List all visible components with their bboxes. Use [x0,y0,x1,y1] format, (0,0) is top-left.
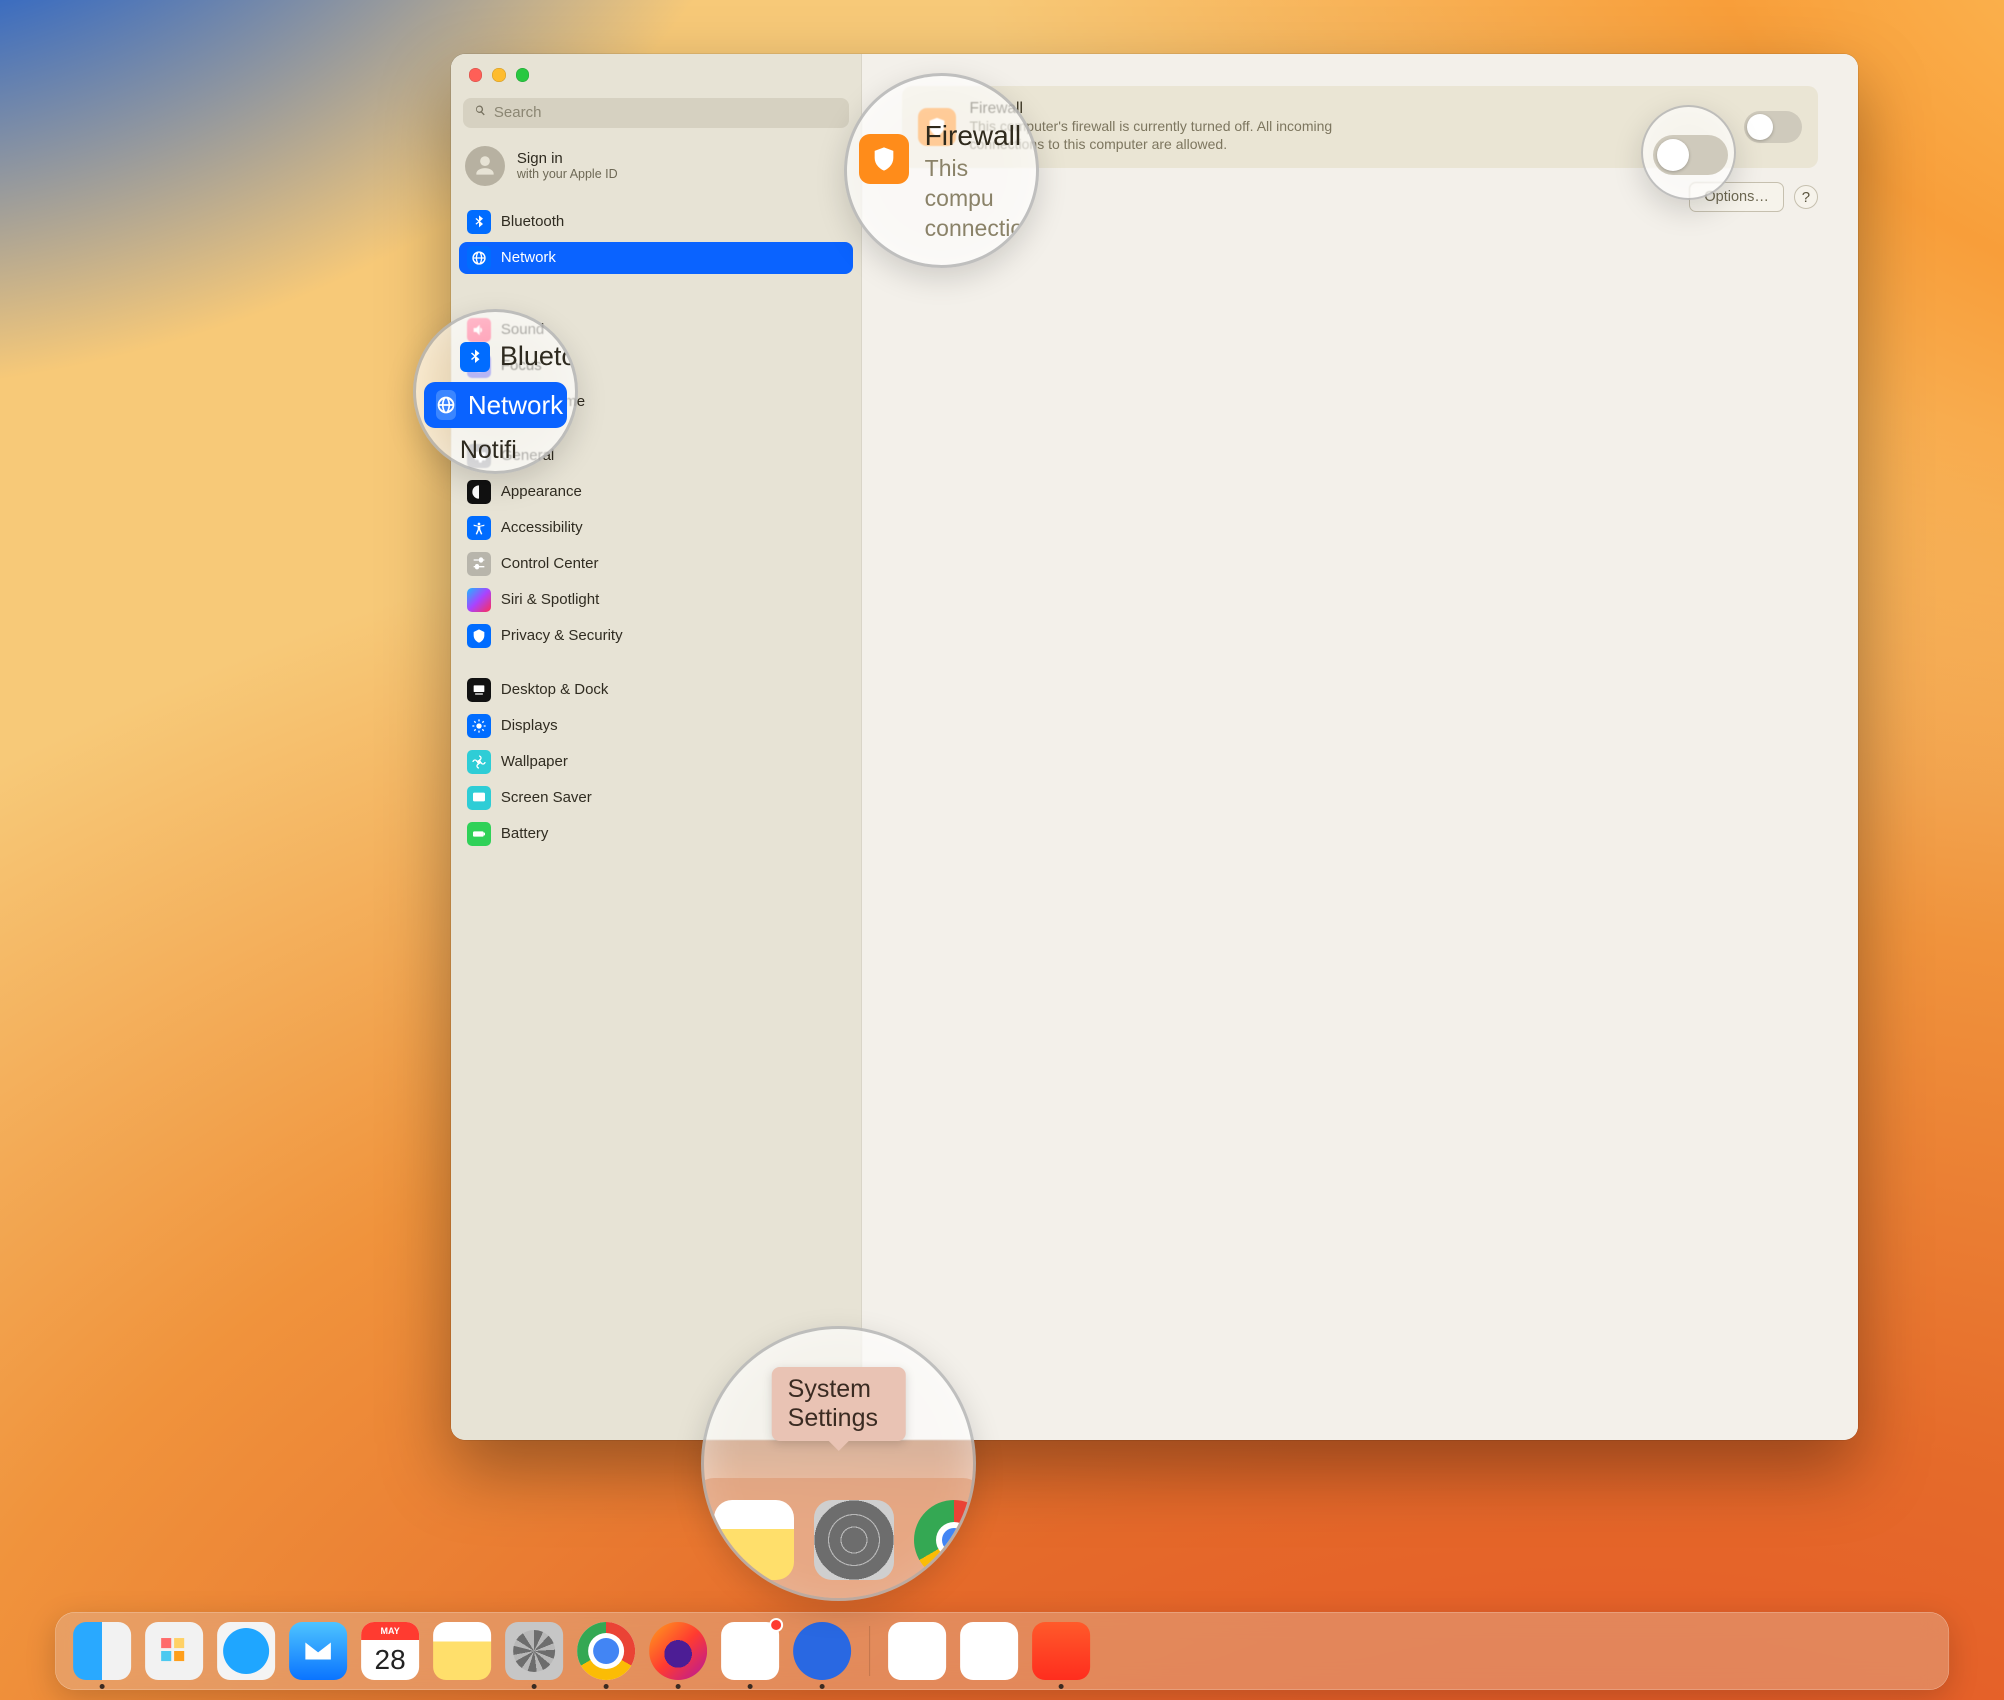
dock-app-mail[interactable] [289,1622,347,1680]
dock-tooltip: System Settings [772,1367,907,1441]
callout-dock: System Settings [701,1326,976,1601]
sidebar-label: Battery [501,825,549,842]
search-input[interactable] [494,104,839,121]
sidebar-label: Appearance [501,483,582,500]
sidebar-label: Screen Saver [501,789,592,806]
sidebar-label: Privacy & Security [501,627,623,644]
globe-icon [436,390,456,420]
sun-icon [467,714,491,738]
callout-text: Firewall [925,120,1021,152]
content-pane: Firewall This computer's firewall is cur… [862,54,1858,1440]
dock-app-notes-zoom [714,1500,794,1580]
callout-toggle [1641,105,1736,200]
help-button[interactable]: ? [1794,185,1818,209]
sidebar-label: Siri & Spotlight [501,591,599,608]
zoom-button[interactable] [516,68,530,82]
appearance-icon [467,480,491,504]
sidebar-item-accessibility[interactable]: Accessibility [459,512,853,544]
firewall-shield-icon [859,134,909,184]
dock: MAY 28 System Settings [55,1612,1949,1690]
sidebar-item-controlcenter[interactable]: Control Center [459,548,853,580]
sidebar-label: Displays [501,717,558,734]
sign-in-row[interactable]: Sign in with your Apple ID [451,136,861,198]
dock-app-firefox[interactable] [649,1622,707,1680]
accessibility-icon [467,516,491,540]
dock-icon [467,678,491,702]
sidebar-label: Network [501,249,556,266]
calendar-month: MAY [361,1622,419,1640]
sidebar-item-desktop[interactable]: Desktop & Dock [459,674,853,706]
callout-text: Bluetooth [500,341,578,372]
sidebar-item-wallpaper[interactable]: Wallpaper [459,746,853,778]
sidebar-item-siri[interactable]: Siri & Spotlight [459,584,853,616]
hand-icon [467,624,491,648]
callout-firewall: Firewall This compu connection [844,73,1039,268]
window-controls [451,54,861,92]
dock-separator [869,1626,870,1676]
sidebar-item-screensaver[interactable]: Screen Saver [459,782,853,814]
sidebar-item-displays[interactable]: Displays [459,710,853,742]
firewall-title: Firewall [970,100,1400,118]
bluetooth-icon [467,210,491,234]
flower-icon [467,750,491,774]
sign-in-title: Sign in [517,150,618,167]
dock-app-finder[interactable] [73,1622,131,1680]
callout-text: This compu [925,155,994,211]
sidebar-label: Wallpaper [501,753,568,770]
sidebar: Sign in with your Apple ID Bluetooth Net… [451,54,862,1440]
calendar-day: 28 [361,1640,419,1680]
callout-network: Bluetooth Network Notifi [413,309,578,474]
bluetooth-icon [460,342,490,372]
system-settings-window: Sign in with your Apple ID Bluetooth Net… [451,54,1858,1440]
sidebar-item-privacy[interactable]: Privacy & Security [459,620,853,652]
sidebar-label: Control Center [501,555,599,572]
sidebar-label: Desktop & Dock [501,681,609,698]
sidebar-nav: Bluetooth Network Sound Focus Screen Tim… [451,198,861,864]
notification-badge [769,1618,783,1632]
sidebar-item-appearance[interactable]: Appearance [459,476,853,508]
callout-text: Network [468,390,563,421]
dock-app-calendar[interactable]: MAY 28 [361,1622,419,1680]
sidebar-item-bluetooth[interactable]: Bluetooth [459,206,853,238]
dock-app-preview[interactable] [888,1622,946,1680]
sliders-icon [467,552,491,576]
firewall-toggle-zoom [1653,135,1728,175]
dock-app-settings-zoom [814,1500,894,1580]
callout-text: connection [925,215,1036,241]
firewall-toggle[interactable] [1744,111,1802,143]
sidebar-label: Bluetooth [501,213,564,230]
dock-app-notes[interactable] [433,1622,491,1680]
sidebar-item-battery[interactable]: Battery [459,818,853,850]
siri-icon [467,588,491,612]
avatar-icon [465,146,505,186]
close-button[interactable] [469,68,483,82]
battery-icon [467,822,491,846]
search-field[interactable] [463,98,849,128]
dock-app-thunderbird[interactable] [793,1622,851,1680]
dock-app-slack[interactable] [721,1622,779,1680]
dock-app-brave[interactable] [1032,1622,1090,1680]
callout-text: Notifi [460,436,517,465]
sign-in-subtitle: with your Apple ID [517,167,618,181]
dock-app-launchpad[interactable] [145,1622,203,1680]
dock-app-settings[interactable]: System Settings [505,1622,563,1680]
sidebar-label: Accessibility [501,519,583,536]
dock-app-chrome[interactable] [577,1622,635,1680]
search-icon [473,103,494,123]
dock-app-keychain[interactable] [960,1622,1018,1680]
globe-icon [467,246,491,270]
screensaver-icon [467,786,491,810]
sidebar-item-network[interactable]: Network [459,242,853,274]
dock-app-safari[interactable] [217,1622,275,1680]
minimize-button[interactable] [492,68,506,82]
